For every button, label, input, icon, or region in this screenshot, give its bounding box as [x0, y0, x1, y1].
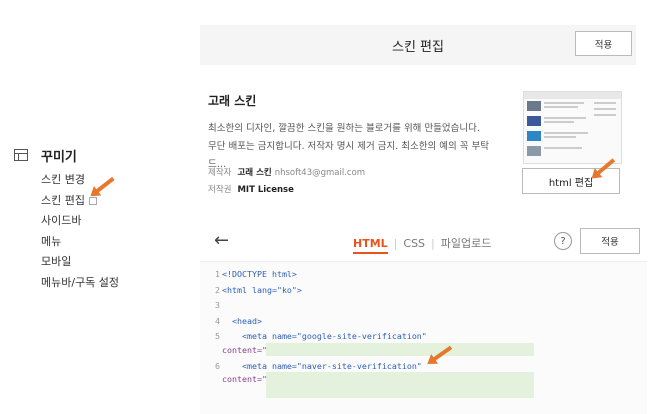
- code-line: content=": [222, 345, 267, 355]
- tab-css[interactable]: CSS: [403, 237, 425, 250]
- code-line: <!DOCTYPE html>: [222, 269, 297, 279]
- sidebar-item-menu[interactable]: 메뉴: [41, 232, 184, 253]
- author-row: 제작자 고래 스킨 nhsoft43@gmail.com: [208, 166, 365, 178]
- sidebar-header[interactable]: 꾸미기: [14, 146, 184, 165]
- code-line: content=": [222, 374, 267, 384]
- code-highlight: [266, 343, 534, 356]
- page-title: 스킨 편집: [392, 40, 444, 55]
- author-name: 고래 스킨: [237, 168, 272, 178]
- editor-tabs: HTML | CSS | 파일업로드: [353, 235, 492, 254]
- sidebar-item-skin-edit[interactable]: 스킨 편집: [41, 191, 184, 212]
- line-number: 2: [215, 285, 220, 295]
- html-edit-button[interactable]: html 편집: [522, 168, 620, 194]
- line-number: 1: [215, 269, 220, 279]
- line-number: 3: [215, 300, 220, 310]
- code-highlight: [266, 372, 534, 398]
- skin-thumbnail: [523, 91, 622, 164]
- editor-apply-button[interactable]: 적용: [580, 228, 640, 254]
- code-editor[interactable]: 1 <!DOCTYPE html> 2 <html lang="ko"> 3 4…: [200, 262, 647, 414]
- license-label: 저작권: [208, 185, 232, 195]
- author-email: nhsoft43@gmail.com: [274, 168, 366, 178]
- code-line: <html lang="ko">: [222, 285, 302, 295]
- help-icon[interactable]: ?: [554, 232, 572, 250]
- skin-edit-header: 스킨 편집 적용: [200, 25, 636, 65]
- license-value: MIT License: [237, 185, 294, 195]
- tab-html[interactable]: HTML: [353, 237, 388, 254]
- sidebar-item-label: 스킨 편집: [41, 193, 85, 207]
- license-row: 저작권 MIT License: [208, 183, 294, 195]
- sidebar: 꾸미기 스킨 변경 스킨 편집 사이드바 메뉴 모바일 메뉴바/구독 설정: [14, 146, 184, 293]
- skin-name: 고래 스킨: [208, 94, 257, 108]
- sidebar-menu: 스킨 변경 스킨 편집 사이드바 메뉴 모바일 메뉴바/구독 설정: [41, 170, 184, 293]
- back-arrow-icon[interactable]: ←: [214, 230, 229, 251]
- sidebar-item-mobile[interactable]: 모바일: [41, 252, 184, 273]
- apply-button[interactable]: 적용: [575, 31, 632, 56]
- author-label: 제작자: [208, 168, 232, 178]
- line-number: 4: [215, 316, 220, 326]
- line-number: 5: [215, 331, 220, 341]
- sidebar-item-menubar-settings[interactable]: 메뉴바/구독 설정: [41, 273, 184, 294]
- code-line: <meta name="google-site-verification": [222, 331, 427, 341]
- code-line: <head>: [222, 316, 262, 326]
- code-line: <meta name="naver-site-verification": [222, 361, 422, 371]
- layout-icon: [14, 149, 28, 161]
- sidebar-item-sidebar[interactable]: 사이드바: [41, 211, 184, 232]
- tab-file-upload[interactable]: 파일업로드: [441, 237, 492, 250]
- editor-toolbar: ← HTML | CSS | 파일업로드 ? 적용: [200, 222, 647, 262]
- line-number: 6: [215, 361, 220, 371]
- description-line: 최소한의 디자인, 깔끔한 스킨을 원하는 블로거를 위해 만들었습니다.: [208, 123, 480, 134]
- sidebar-title: 꾸미기: [41, 149, 77, 165]
